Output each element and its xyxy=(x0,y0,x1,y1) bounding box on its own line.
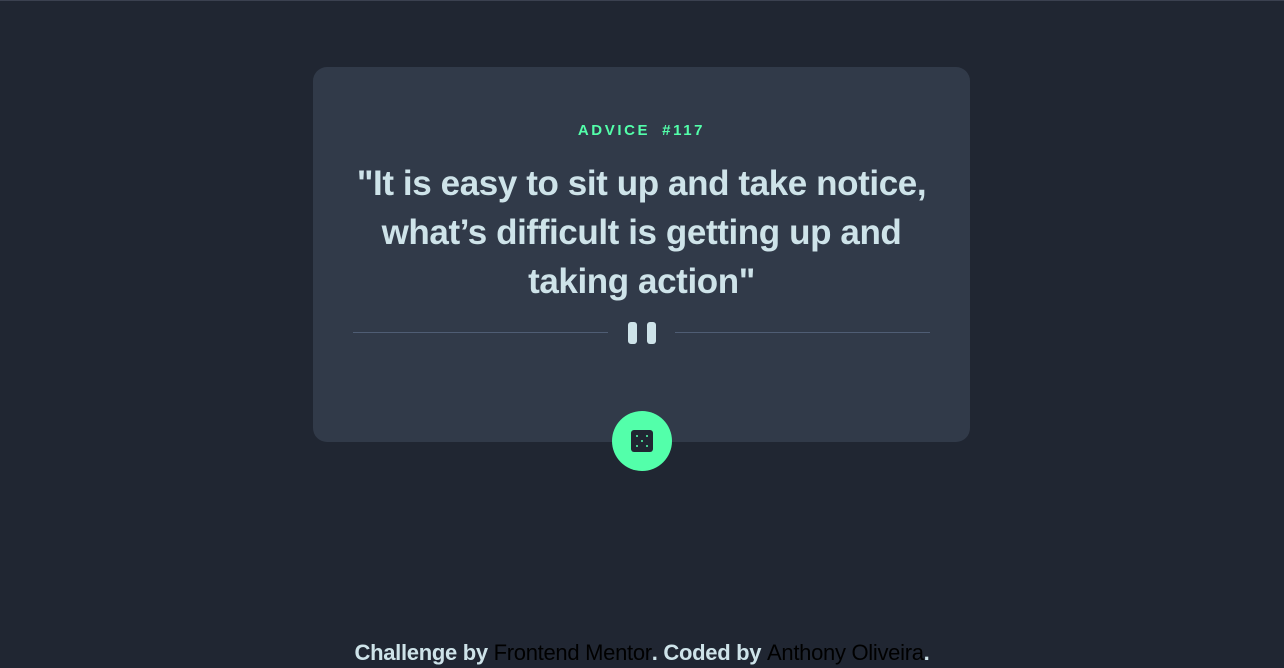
attribution-middle: . Coded by xyxy=(651,640,768,665)
attribution-suffix: . xyxy=(923,640,930,665)
pause-icon xyxy=(628,322,656,344)
advice-label: ADVICE xyxy=(577,122,651,139)
dice-icon xyxy=(631,430,653,452)
divider xyxy=(353,321,930,345)
attribution-prefix: Challenge by xyxy=(354,640,494,665)
author-link[interactable]: Anthony Oliveira xyxy=(767,640,924,665)
advice-number: #117 xyxy=(662,122,706,139)
advice-id: ADVICE #117 xyxy=(313,123,970,139)
attribution: Challenge by Frontend Mentor. Coded by A… xyxy=(0,638,1284,668)
advice-quote: "It is easy to sit up and take notice, w… xyxy=(356,164,927,301)
divider-line-left xyxy=(353,332,608,333)
new-advice-button[interactable] xyxy=(612,411,672,471)
divider-line-right xyxy=(675,332,930,333)
top-border xyxy=(0,0,1284,1)
frontend-mentor-link[interactable]: Frontend Mentor xyxy=(494,640,652,665)
advice-card: ADVICE #117 "It is easy to sit up and tak… xyxy=(313,67,970,442)
